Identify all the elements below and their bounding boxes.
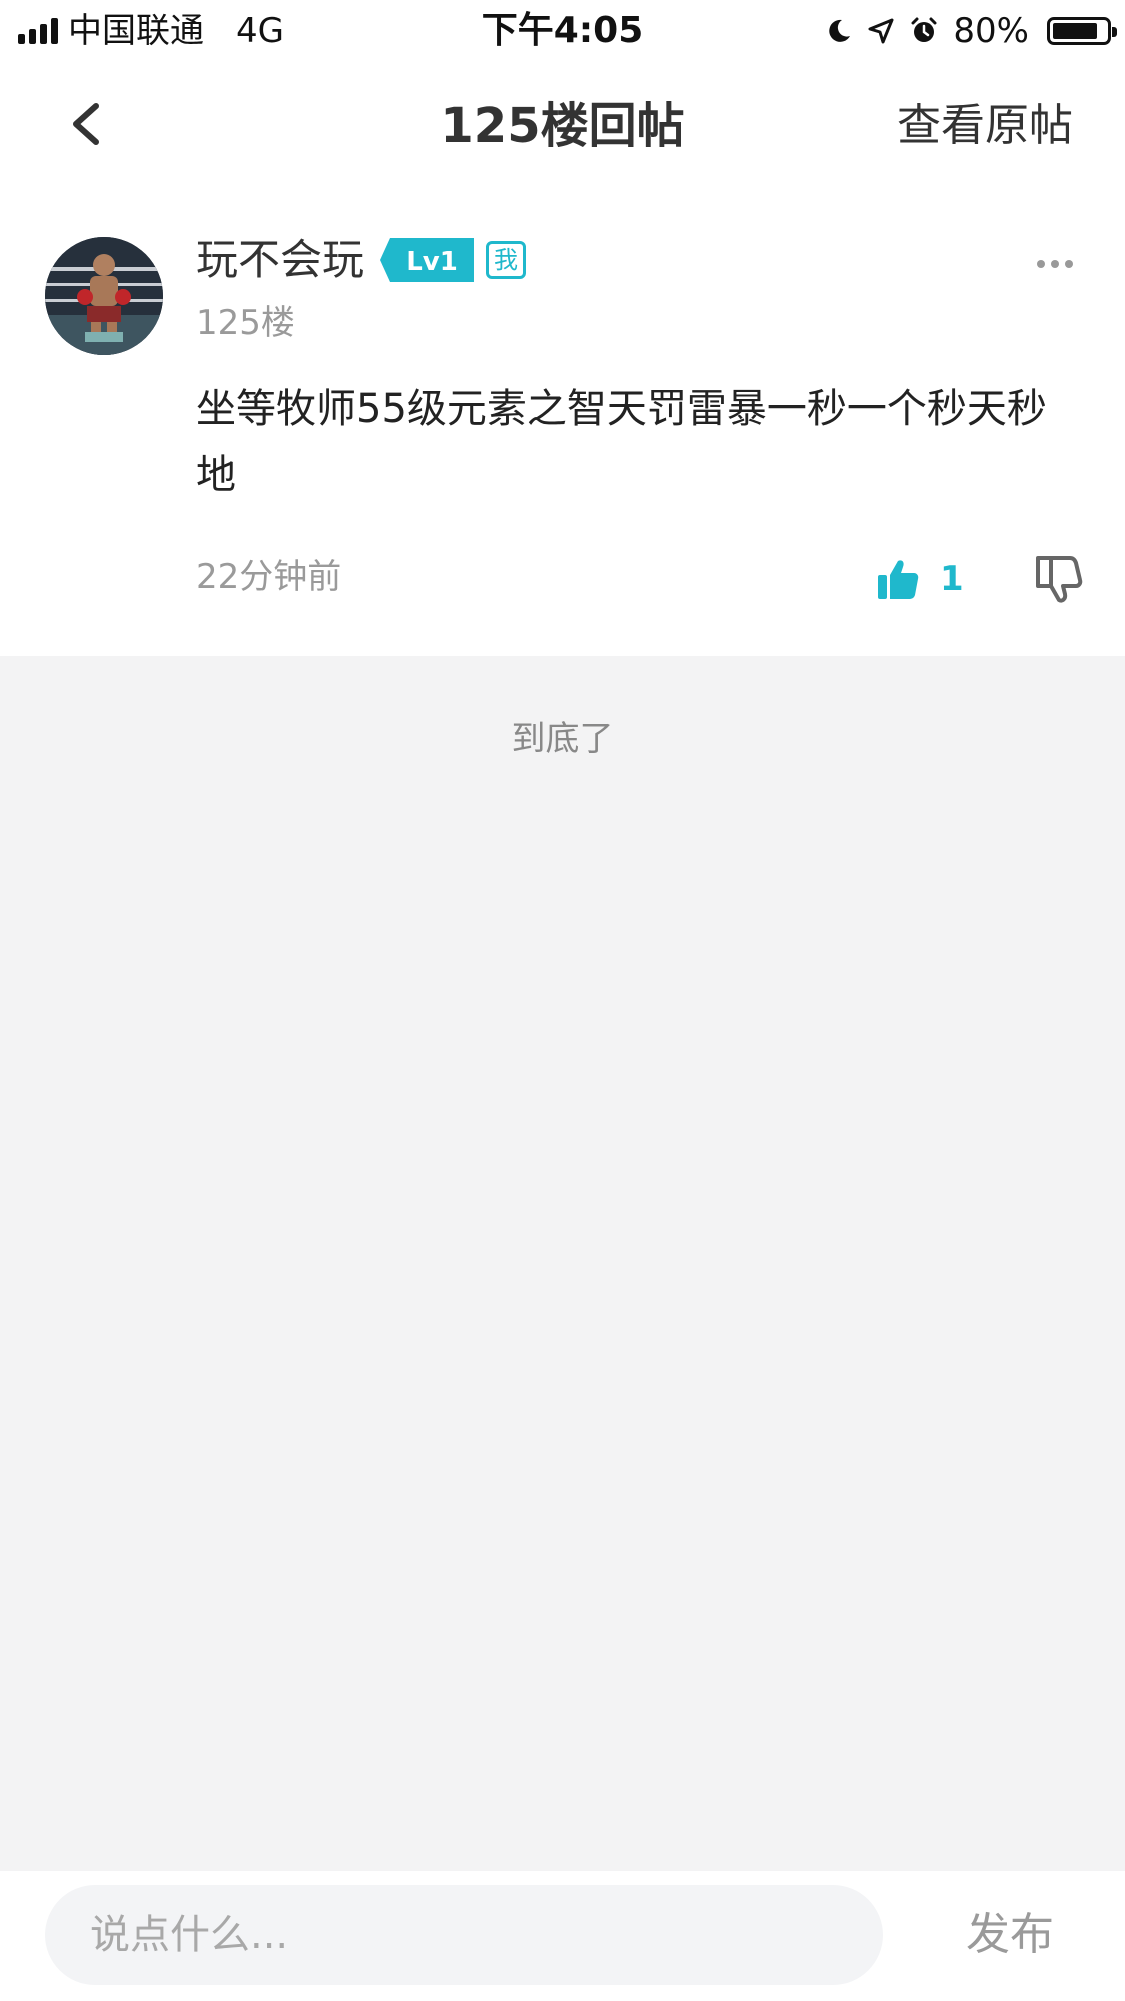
nav-bar: 125楼回帖 查看原帖	[0, 62, 1125, 190]
battery-icon	[1047, 17, 1117, 45]
level-label: Lv1	[406, 247, 458, 277]
alarm-icon	[911, 17, 937, 42]
like-button[interactable]: 1	[876, 554, 964, 604]
moon-icon	[829, 19, 851, 42]
thumbs-up-icon	[878, 560, 919, 599]
view-original-post-button[interactable]: 查看原帖	[897, 98, 1073, 154]
me-badge: 我	[486, 241, 526, 279]
comment-composer: 发布	[0, 1871, 1125, 2001]
avatar[interactable]	[45, 237, 163, 355]
comment-input[interactable]	[45, 1885, 883, 1985]
more-dots-icon[interactable]	[1037, 260, 1073, 268]
username[interactable]: 玩不会玩	[196, 230, 364, 290]
status-right: 80%	[825, 10, 1117, 52]
end-of-list-text: 到底了	[511, 719, 614, 759]
like-count: 1	[940, 559, 964, 599]
level-badge: Lv1	[380, 238, 474, 282]
post-time: 22分钟前	[196, 557, 342, 597]
status-bar: 中国联通 4G 下午4:05 80%	[0, 0, 1125, 62]
thumbs-down-icon[interactable]	[1034, 554, 1084, 606]
floor-label: 125楼	[196, 303, 295, 343]
reply-content: 坐等牧师55级元素之智天罚雷暴一秒一个秒天秒地	[196, 386, 1047, 498]
avatar-image	[45, 237, 163, 355]
location-icon	[868, 18, 894, 44]
reply-card: 玩不会玩 Lv1 我 125楼 坐等牧师55级元素之智天罚雷暴一秒一个秒天秒地 …	[0, 190, 1125, 656]
publish-button[interactable]: 发布	[930, 1907, 1090, 1963]
battery-percent: 80%	[953, 11, 1029, 51]
